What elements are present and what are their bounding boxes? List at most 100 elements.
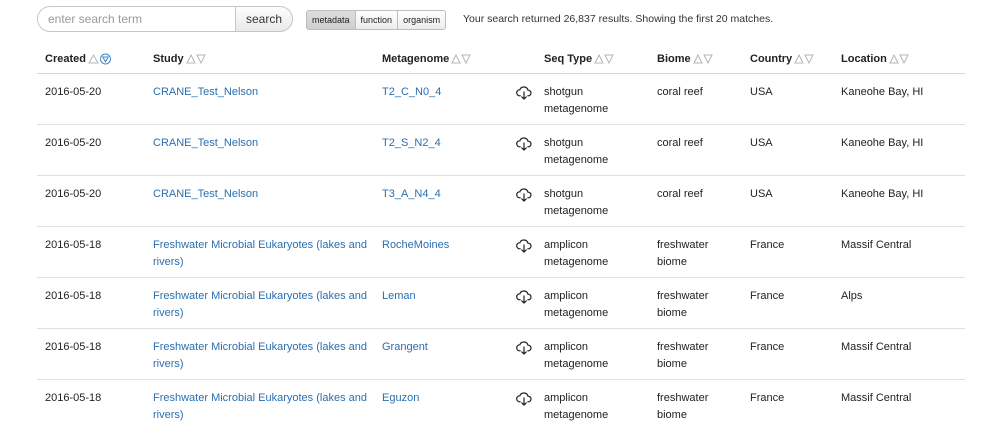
cell-metagenome: Leman <box>374 277 503 329</box>
cell-country: France <box>742 328 833 380</box>
cell-seq-type: amplicon metagenome <box>536 277 649 329</box>
cell-created: 2016-05-18 <box>37 328 145 380</box>
search-bar: search <box>37 6 293 32</box>
cell-download <box>503 328 536 380</box>
sort-arrows-icon[interactable] <box>451 54 472 65</box>
cell-biome: coral reef <box>649 175 742 227</box>
sort-arrows-icon[interactable] <box>889 54 909 65</box>
cell-seq-type: amplicon metagenome <box>536 226 649 278</box>
column-header-download <box>503 46 536 74</box>
cell-download <box>503 124 536 176</box>
cell-download <box>503 379 536 430</box>
cell-location: Massif Central <box>833 328 965 380</box>
study-link[interactable]: CRANE_Test_Nelson <box>153 188 258 200</box>
cell-seq-type: amplicon metagenome <box>544 391 609 422</box>
metagenome-link[interactable]: Eguzon <box>382 392 419 404</box>
study-link[interactable]: CRANE_Test_Nelson <box>153 137 258 149</box>
cell-metagenome: RocheMoines <box>374 226 503 278</box>
cell-country: France <box>742 226 833 278</box>
cell-biome: coral reef <box>649 73 742 125</box>
cloud-download-icon[interactable] <box>516 289 532 311</box>
cell-location: Massif Central <box>841 391 912 404</box>
study-link[interactable]: CRANE_Test_Nelson <box>153 86 258 98</box>
cell-biome: freshwater biome <box>649 277 742 329</box>
cell-location: Alps <box>833 277 965 329</box>
metagenome-link[interactable]: Leman <box>382 290 416 302</box>
metagenome-link[interactable]: T3_A_N4_4 <box>382 188 441 200</box>
cloud-download-icon[interactable] <box>516 85 532 107</box>
cell-location: Kaneohe Bay, HI <box>833 73 965 125</box>
cell-study: Freshwater Microbial Eukaryotes (lakes a… <box>145 277 374 329</box>
cell-download <box>503 226 536 278</box>
search-button[interactable]: search <box>235 6 293 32</box>
table-row: 2016-05-18 Freshwater Microbial Eukaryot… <box>37 277 965 329</box>
cell-created: 2016-05-20 <box>37 73 145 125</box>
cell-study: CRANE_Test_Nelson <box>145 73 374 125</box>
study-link[interactable]: Freshwater Microbial Eukaryotes (lakes a… <box>153 392 367 422</box>
cell-metagenome: T2_S_N2_4 <box>374 124 503 176</box>
cell-seq-type: amplicon metagenome <box>536 328 649 380</box>
study-link[interactable]: Freshwater Microbial Eukaryotes (lakes a… <box>153 290 367 320</box>
column-header-biome[interactable]: Biome <box>649 46 742 74</box>
cell-seq-type: shotgun metagenome <box>536 73 649 125</box>
cell-study: Freshwater Microbial Eukaryotes (lakes a… <box>145 379 374 430</box>
cell-metagenome: Grangent <box>374 328 503 380</box>
cell-study: Freshwater Microbial Eukaryotes (lakes a… <box>145 328 374 380</box>
cell-biome: coral reef <box>649 124 742 176</box>
cell-created: 2016-05-18 <box>37 277 145 329</box>
sort-descending-circle-icon[interactable] <box>88 53 112 65</box>
cell-location: Massif Central <box>833 226 965 278</box>
cell-biome: freshwater biome <box>649 226 742 278</box>
filter-organism-button[interactable]: organism <box>398 10 447 30</box>
sort-arrows-icon[interactable] <box>794 54 814 65</box>
column-header-study[interactable]: Study <box>145 46 374 74</box>
column-header-created[interactable]: Created <box>37 46 145 74</box>
filter-function-button[interactable]: function <box>355 10 399 30</box>
search-input[interactable] <box>37 6 235 32</box>
cloud-download-icon[interactable] <box>516 136 532 158</box>
cell-download <box>503 73 536 125</box>
cloud-download-icon[interactable] <box>516 187 532 209</box>
search-toolbar: search metadata function organism Your s… <box>0 0 996 40</box>
cell-country: USA <box>742 175 833 227</box>
sort-arrows-icon[interactable] <box>594 54 614 65</box>
filter-metadata-button[interactable]: metadata <box>306 10 356 30</box>
column-header-location[interactable]: Location <box>833 46 965 74</box>
cell-created: 2016-05-18 <box>37 226 145 278</box>
cell-download <box>503 277 536 329</box>
cell-country: USA <box>742 124 833 176</box>
search-mode-toggle: metadata function organism <box>306 10 447 30</box>
cell-metagenome: T2_C_N0_4 <box>374 73 503 125</box>
cloud-download-icon[interactable] <box>516 238 532 260</box>
cell-created: 2016-05-18 <box>45 391 102 404</box>
sort-arrows-icon[interactable] <box>185 54 206 65</box>
column-header-metagenome[interactable]: Metagenome <box>374 46 503 74</box>
cell-location: Kaneohe Bay, HI <box>833 175 965 227</box>
sort-arrows-icon[interactable] <box>692 54 713 65</box>
column-header-country[interactable]: Country <box>742 46 833 74</box>
metagenome-link[interactable]: T2_S_N2_4 <box>382 137 441 149</box>
study-link[interactable]: Freshwater Microbial Eukaryotes (lakes a… <box>153 341 367 371</box>
metagenome-link[interactable]: T2_C_N0_4 <box>382 86 441 98</box>
cloud-download-icon[interactable] <box>516 391 532 413</box>
cell-created: 2016-05-20 <box>37 175 145 227</box>
column-header-seq-type[interactable]: Seq Type <box>536 46 649 74</box>
cell-metagenome: T3_A_N4_4 <box>374 175 503 227</box>
cell-country: USA <box>742 73 833 125</box>
table-row: 2016-05-20 CRANE_Test_Nelson T2_C_N0_4 s… <box>37 73 965 125</box>
metagenome-link[interactable]: Grangent <box>382 341 428 353</box>
cell-biome: freshwater biome <box>657 391 709 422</box>
cell-download <box>503 175 536 227</box>
table-row: 2016-05-18 Freshwater Microbial Eukaryot… <box>37 328 965 380</box>
table-row: 2016-05-20 CRANE_Test_Nelson T3_A_N4_4 s… <box>37 175 965 227</box>
cell-study: Freshwater Microbial Eukaryotes (lakes a… <box>145 226 374 278</box>
cell-seq-type: shotgun metagenome <box>536 175 649 227</box>
study-link[interactable]: Freshwater Microbial Eukaryotes (lakes a… <box>153 239 367 269</box>
cell-metagenome: Eguzon <box>374 379 503 430</box>
metagenome-link[interactable]: RocheMoines <box>382 239 449 251</box>
cell-country: France <box>742 277 833 329</box>
cloud-download-icon[interactable] <box>516 340 532 362</box>
table-row: 2016-05-18 Freshwater Microbial Eukaryot… <box>37 379 965 430</box>
cell-created: 2016-05-20 <box>37 124 145 176</box>
cell-biome: freshwater biome <box>649 328 742 380</box>
